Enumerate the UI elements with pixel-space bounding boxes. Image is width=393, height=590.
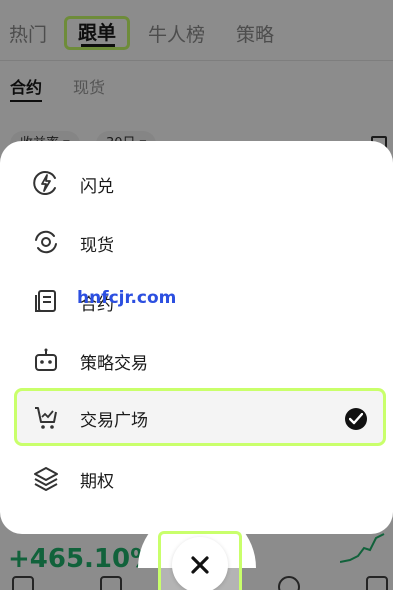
menu-item-label: 交易广场: [80, 411, 148, 431]
menu-item-label: 闪兑: [80, 177, 114, 197]
menu-item-strategy-trading[interactable]: 策略交易: [14, 331, 386, 389]
menu-item-trading-square[interactable]: 交易广场: [14, 388, 386, 446]
menu-item-swap[interactable]: 闪兑: [14, 154, 386, 212]
trade-menu-sheet: 闪兑 现货 合约 策略交易 交易广场 期权: [0, 141, 393, 534]
cart-chart-icon: [35, 407, 57, 429]
contract-book-icon: [35, 290, 56, 312]
menu-item-options[interactable]: 期权: [14, 449, 386, 507]
layers-icon: [34, 467, 58, 491]
menu-item-label: 现货: [80, 236, 114, 256]
selected-check-icon: [345, 408, 367, 430]
robot-icon: [35, 348, 57, 371]
lightning-circle-icon: [33, 171, 56, 195]
menu-item-contract[interactable]: 合约: [14, 272, 386, 330]
close-icon: [191, 556, 209, 574]
menu-item-label: 期权: [80, 472, 114, 492]
menu-item-label: 策略交易: [80, 354, 148, 374]
watermark-text: hnfcjr.com: [77, 288, 177, 308]
menu-item-spot[interactable]: 现货: [14, 213, 386, 271]
close-button[interactable]: [172, 537, 228, 590]
currency-circle-icon: [35, 230, 57, 254]
